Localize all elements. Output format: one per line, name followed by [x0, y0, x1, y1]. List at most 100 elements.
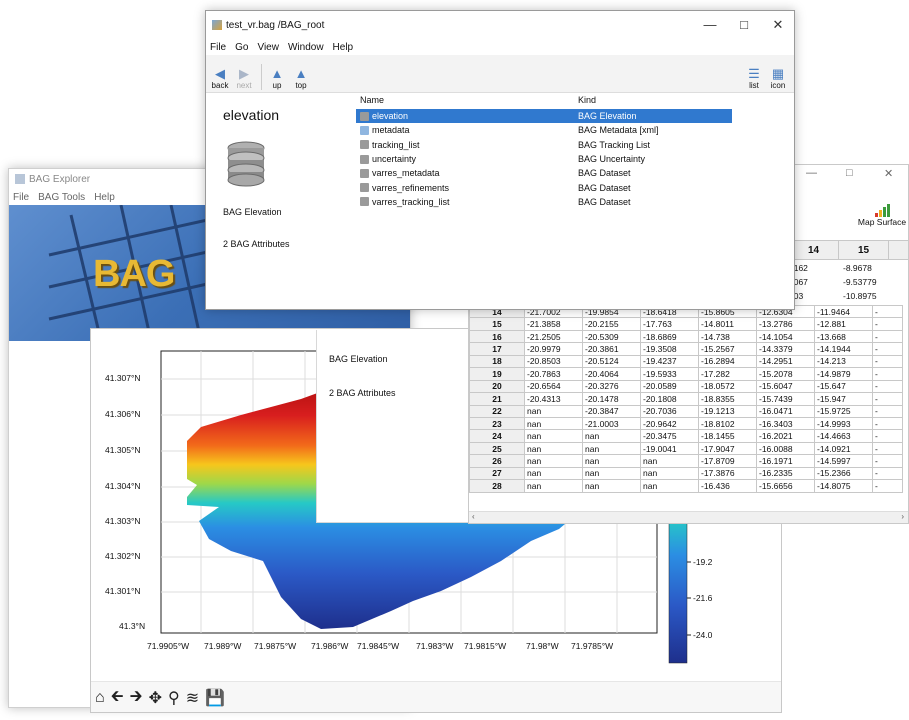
table-cell[interactable]: -16.436	[698, 479, 757, 493]
table-cell[interactable]: -15.6656	[756, 479, 815, 493]
table-cell[interactable]: -20.4064	[582, 367, 641, 381]
table-cell[interactable]: -15.2366	[814, 466, 873, 481]
table-cell-partial[interactable]: -	[872, 354, 903, 369]
table-cell[interactable]: -20.3861	[582, 342, 641, 356]
forward-arrow-icon[interactable]: 🡲	[130, 685, 143, 712]
save-icon[interactable]: 💾	[205, 688, 225, 708]
table-cell[interactable]: -13.2786	[756, 317, 815, 331]
table-cell[interactable]: -19.3508	[640, 342, 699, 356]
table-cell[interactable]: nan	[524, 416, 583, 431]
row-header[interactable]: 22	[469, 404, 525, 418]
row-header[interactable]: 15	[469, 317, 525, 331]
menu-go[interactable]: Go	[235, 42, 248, 53]
table-cell[interactable]: -14.1054	[756, 329, 815, 344]
table-cell-partial[interactable]: -	[872, 454, 903, 468]
close-button[interactable]: ✕	[884, 167, 893, 180]
table-cell[interactable]: 1067	[789, 277, 839, 287]
table-cell-partial[interactable]: -	[872, 379, 903, 394]
minimize-button[interactable]: —	[806, 167, 817, 179]
row-header[interactable]: 23	[469, 416, 525, 431]
close-button[interactable]: ✕	[761, 11, 794, 39]
table-cell-partial[interactable]: -	[872, 367, 903, 381]
table-cell[interactable]: -20.3475	[640, 429, 699, 443]
list-item[interactable]: varres_refinements BAG Dataset	[356, 180, 732, 194]
table-cell[interactable]: -16.0471	[756, 404, 815, 418]
table-cell[interactable]: -20.6564	[524, 379, 583, 394]
table-cell[interactable]: 7162	[789, 263, 839, 273]
table-cell[interactable]: -12.881	[814, 317, 873, 331]
table-cell[interactable]: -19.0041	[640, 441, 699, 456]
table-cell[interactable]: -16.3403	[756, 416, 815, 431]
table-cell-partial[interactable]: -	[872, 329, 903, 344]
row-header[interactable]: 25	[469, 441, 525, 456]
home-icon[interactable]: ⌂	[95, 689, 105, 707]
table-cell[interactable]: -14.1944	[814, 342, 873, 356]
table-cell[interactable]: -14.5997	[814, 454, 873, 468]
table-cell[interactable]: -20.3847	[582, 404, 641, 418]
table-cell[interactable]: -20.0589	[640, 379, 699, 394]
column-header[interactable]: 15	[839, 241, 889, 259]
table-cell[interactable]: -14.738	[698, 329, 757, 344]
minimize-button[interactable]: —	[693, 11, 727, 39]
list-item[interactable]: uncertainty BAG Uncertainty	[356, 152, 732, 166]
table-cell[interactable]: -14.0921	[814, 441, 873, 456]
table-cell[interactable]: -15.7439	[756, 392, 815, 406]
row-header[interactable]: 27	[469, 466, 525, 481]
table-cell[interactable]: nan	[582, 441, 641, 456]
table-cell[interactable]: nan	[524, 479, 583, 493]
table-cell[interactable]: -11.9464	[814, 305, 873, 319]
table-cell[interactable]: nan	[640, 466, 699, 481]
table-cell[interactable]: -18.0572	[698, 379, 757, 394]
table-cell[interactable]: -20.8503	[524, 354, 583, 369]
row-header[interactable]: 19	[469, 367, 525, 381]
row-header[interactable]: 21	[469, 392, 525, 406]
table-cell-partial[interactable]: -	[872, 305, 903, 319]
list-view-button[interactable]: ☰ list	[743, 67, 765, 91]
table-cell[interactable]: -18.1455	[698, 429, 757, 443]
configure-subplots-icon[interactable]: ≋	[186, 688, 199, 708]
table-cell[interactable]: -19.5933	[640, 367, 699, 381]
back-arrow-icon[interactable]: 🡰	[111, 685, 124, 712]
table-cell[interactable]: -10.8975	[839, 291, 889, 301]
menu-help[interactable]: Help	[333, 42, 354, 53]
table-cell[interactable]: -14.3379	[756, 342, 815, 356]
row-header[interactable]: 26	[469, 454, 525, 468]
column-header[interactable]: 14	[789, 241, 839, 259]
up-button[interactable]: ▲ up	[266, 67, 288, 91]
table-cell[interactable]: nan	[640, 479, 699, 493]
menu-view[interactable]: View	[257, 42, 279, 53]
column-header-name[interactable]: Name	[356, 95, 578, 105]
table-cell[interactable]: nan	[582, 429, 641, 443]
table-cell[interactable]: -14.213	[814, 354, 873, 369]
table-cell-partial[interactable]: -	[872, 392, 903, 406]
table-cell[interactable]: nan	[640, 454, 699, 468]
table-cell[interactable]: -20.3276	[582, 379, 641, 394]
table-cell[interactable]: -8.9678	[839, 263, 889, 273]
table-cell[interactable]: -15.2567	[698, 342, 757, 356]
table-cell[interactable]: -17.763	[640, 317, 699, 331]
table-cell[interactable]: nan	[582, 466, 641, 481]
table-cell[interactable]: -14.4663	[814, 429, 873, 443]
row-header[interactable]: 24	[469, 429, 525, 443]
table-cell[interactable]: -17.8709	[698, 454, 757, 468]
top-button[interactable]: ▲ top	[290, 67, 312, 91]
table-cell[interactable]: -14.8011	[698, 317, 757, 331]
table-cell[interactable]: -17.282	[698, 367, 757, 381]
table-cell[interactable]: -15.2078	[756, 367, 815, 381]
table-cell[interactable]: -18.6869	[640, 329, 699, 344]
table-cell[interactable]: nan	[524, 429, 583, 443]
table-cell[interactable]: nan	[582, 454, 641, 468]
row-header[interactable]: 18	[469, 354, 525, 369]
table-cell[interactable]: -18.8355	[698, 392, 757, 406]
column-header-kind[interactable]: Kind	[578, 95, 728, 105]
back-button[interactable]: ◀ back	[209, 67, 231, 91]
table-cell-partial[interactable]: -	[872, 429, 903, 443]
table-cell[interactable]: 003	[789, 291, 839, 301]
list-item[interactable]: metadata BAG Metadata [xml]	[356, 123, 732, 137]
table-cell[interactable]: -16.0088	[756, 441, 815, 456]
icon-view-button[interactable]: ▦ icon	[767, 67, 789, 91]
pan-icon[interactable]: ✥	[149, 688, 162, 708]
table-cell[interactable]: nan	[524, 466, 583, 481]
table-cell[interactable]: -20.9642	[640, 416, 699, 431]
table-cell[interactable]: -20.1478	[582, 392, 641, 406]
